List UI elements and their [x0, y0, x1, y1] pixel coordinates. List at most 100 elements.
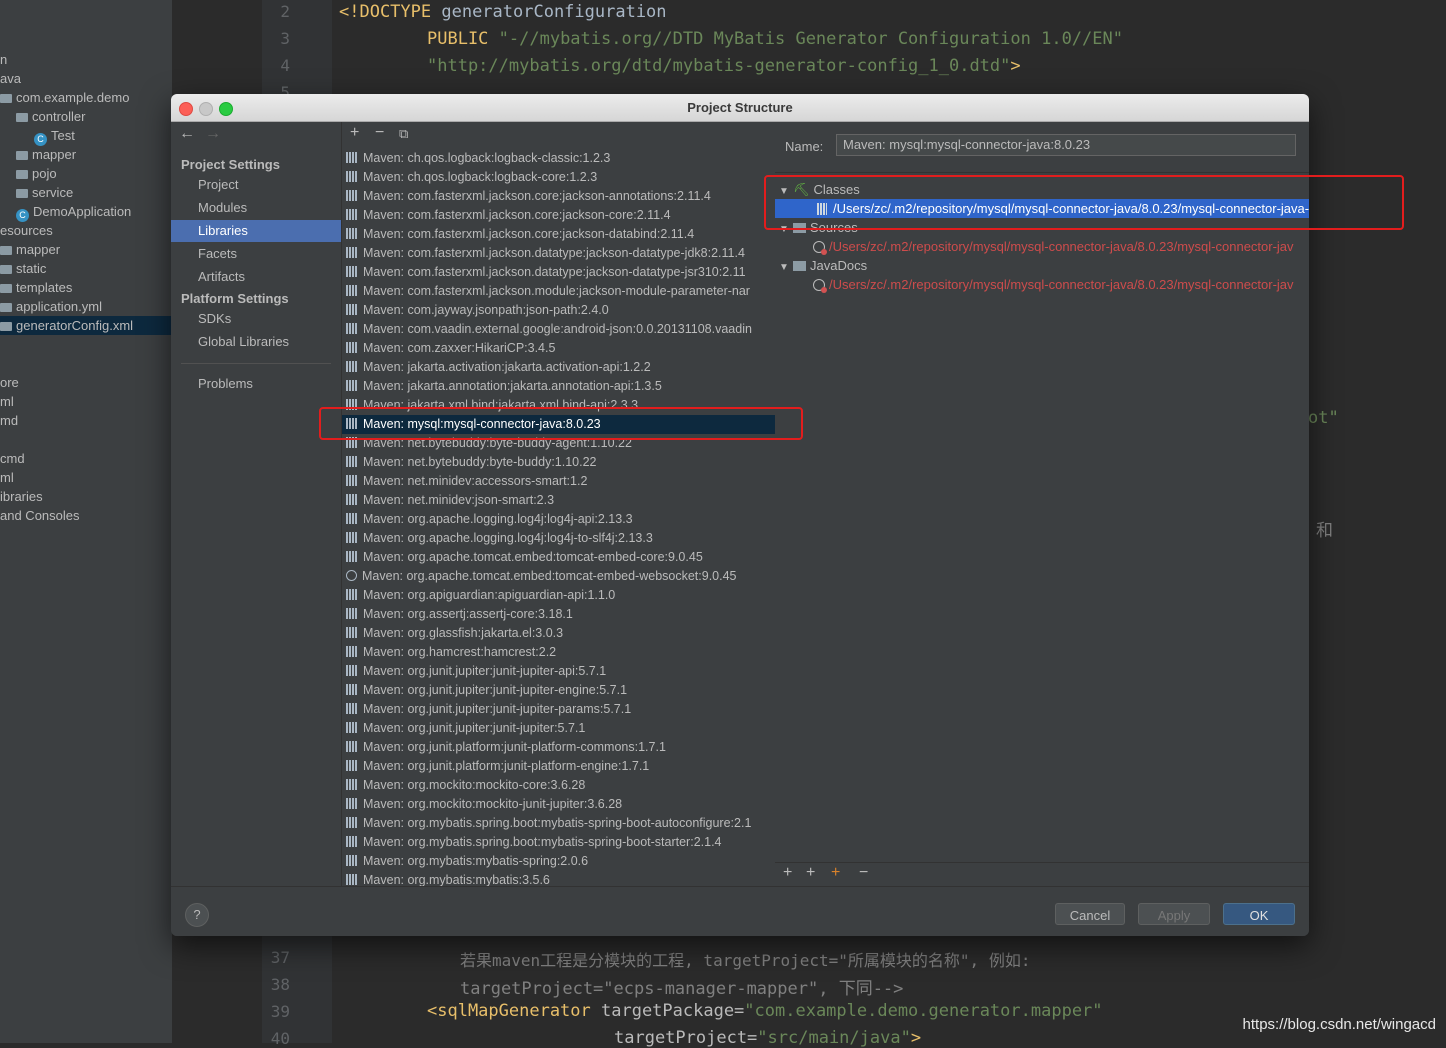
library-item[interactable]: Maven: org.mybatis:mybatis-spring:2.0.6 [342, 852, 775, 871]
remove-root-icon[interactable]: − [859, 864, 868, 882]
back-arrow-icon[interactable]: ← [179, 125, 195, 143]
library-item[interactable]: Maven: org.mybatis:mybatis:3.5.6 [342, 871, 775, 886]
library-item[interactable]: Maven: com.zaxxer:HikariCP:3.4.5 [342, 339, 775, 358]
project-tree-item[interactable]: templates [0, 278, 72, 297]
project-tree-item[interactable]: application.yml [0, 297, 102, 316]
library-item[interactable]: Maven: org.junit.jupiter:junit-jupiter:5… [342, 719, 775, 738]
library-item[interactable]: Maven: com.fasterxml.jackson.module:jack… [342, 282, 775, 301]
library-item[interactable]: Maven: ch.qos.logback:logback-core:1.2.3 [342, 168, 775, 187]
forward-arrow-icon[interactable]: → [205, 125, 221, 143]
library-item[interactable]: Maven: org.mockito:mockito-core:3.6.28 [342, 776, 775, 795]
add-root-plus-icon[interactable]: + [806, 864, 815, 882]
project-tree-item[interactable]: ibraries [0, 487, 43, 506]
library-item[interactable]: Maven: org.apache.tomcat.embed:tomcat-em… [342, 548, 775, 567]
project-tree-item[interactable]: generatorConfig.xml [0, 316, 172, 335]
library-item[interactable]: Maven: org.apache.logging.log4j:log4j-ap… [342, 510, 775, 529]
library-item[interactable]: Maven: com.fasterxml.jackson.core:jackso… [342, 187, 775, 206]
project-tree-item[interactable]: md [0, 411, 18, 430]
library-item-label: Maven: org.mybatis.spring.boot:mybatis-s… [363, 816, 752, 830]
library-item[interactable]: Maven: org.apiguardian:apiguardian-api:1… [342, 586, 775, 605]
library-item[interactable]: Maven: mysql:mysql-connector-java:8.0.23 [342, 415, 775, 434]
apply-button[interactable]: Apply [1138, 903, 1210, 925]
project-tree-item[interactable]: cmd [0, 449, 25, 468]
help-button[interactable]: ? [185, 903, 209, 927]
project-tree-item-label: ml [0, 394, 14, 409]
javadocs-node[interactable]: ▼ JavaDocs [779, 256, 867, 275]
remove-library-icon[interactable]: − [375, 124, 384, 142]
add-library-icon[interactable]: + [350, 124, 359, 142]
libraries-panel: + − ⧉ Maven: ch.qos.logback:logback-clas… [341, 122, 776, 886]
project-tree-item[interactable]: mapper [0, 240, 60, 259]
line-number: 39 [270, 1002, 290, 1021]
nav-item-artifacts[interactable]: Artifacts [171, 266, 341, 288]
library-item[interactable]: Maven: com.vaadin.external.google:androi… [342, 320, 775, 339]
library-item[interactable]: Maven: jakarta.xml.bind:jakarta.xml.bind… [342, 396, 775, 415]
library-item[interactable]: Maven: ch.qos.logback:logback-classic:1.… [342, 149, 775, 168]
library-item[interactable]: Maven: com.fasterxml.jackson.core:jackso… [342, 225, 775, 244]
library-item[interactable]: Maven: net.minidev:json-smart:2.3 [342, 491, 775, 510]
library-item[interactable]: Maven: org.assertj:assertj-core:3.18.1 [342, 605, 775, 624]
project-tree-item[interactable]: controller [0, 107, 85, 126]
library-list[interactable]: Maven: ch.qos.logback:logback-classic:1.… [342, 149, 775, 886]
nav-item-facets[interactable]: Facets [171, 243, 341, 265]
library-item[interactable]: Maven: org.hamcrest:hamcrest:2.2 [342, 643, 775, 662]
project-tree-item[interactable]: pojo [0, 164, 57, 183]
library-item[interactable]: Maven: com.fasterxml.jackson.core:jackso… [342, 206, 775, 225]
nav-item-project[interactable]: Project [171, 174, 341, 196]
library-item[interactable]: Maven: com.fasterxml.jackson.datatype:ja… [342, 263, 775, 282]
project-tree-item[interactable]: n [0, 50, 7, 69]
library-icon [346, 304, 358, 315]
library-item[interactable]: Maven: net.bytebuddy:byte-buddy-agent:1.… [342, 434, 775, 453]
classes-jar-path[interactable]: /Users/zc/.m2/repository/mysql/mysql-con… [775, 199, 1309, 218]
expand-triangle-icon[interactable]: ▼ [779, 258, 793, 277]
nav-item-problems[interactable]: Problems [171, 373, 341, 395]
project-tree-item[interactable]: mapper [0, 145, 76, 164]
project-tree-item[interactable]: ml [0, 392, 14, 411]
library-item[interactable]: Maven: org.mybatis.spring.boot:mybatis-s… [342, 833, 775, 852]
library-item[interactable]: Maven: com.fasterxml.jackson.datatype:ja… [342, 244, 775, 263]
dialog-titlebar[interactable]: Project Structure [171, 94, 1309, 122]
nav-item-sdks[interactable]: SDKs [171, 308, 341, 330]
library-item[interactable]: Maven: org.apache.logging.log4j:log4j-to… [342, 529, 775, 548]
library-item[interactable]: Maven: org.junit.jupiter:junit-jupiter-a… [342, 662, 775, 681]
library-item[interactable]: Maven: jakarta.activation:jakarta.activa… [342, 358, 775, 377]
javadocs-path[interactable]: /Users/zc/.m2/repository/mysql/mysql-con… [813, 275, 1294, 294]
add-root-icon[interactable]: + [783, 864, 792, 882]
nav-item-libraries[interactable]: Libraries [171, 220, 341, 242]
library-item[interactable]: Maven: org.mybatis.spring.boot:mybatis-s… [342, 814, 775, 833]
project-tree-item[interactable]: C Test [0, 126, 75, 146]
project-tree-item[interactable]: ava [0, 69, 21, 88]
project-tree-item[interactable]: esources [0, 221, 53, 240]
library-name-field[interactable] [836, 134, 1296, 156]
library-item[interactable]: Maven: net.bytebuddy:byte-buddy:1.10.22 [342, 453, 775, 472]
classes-node[interactable]: ▼ ⛏ Classes [779, 180, 860, 199]
library-item[interactable]: Maven: org.glassfish:jakarta.el:3.0.3 [342, 624, 775, 643]
nav-item-modules[interactable]: Modules [171, 197, 341, 219]
project-tree-item[interactable]: C DemoApplication [0, 202, 132, 222]
nav-item-global-libraries[interactable]: Global Libraries [171, 331, 341, 353]
project-tree-item-label: DemoApplication [33, 204, 132, 219]
project-tree-item[interactable]: ore [0, 373, 19, 392]
library-item[interactable]: Maven: org.junit.platform:junit-platform… [342, 757, 775, 776]
attach-url-icon[interactable]: + [831, 864, 840, 882]
project-tree-item[interactable]: service [0, 183, 73, 202]
copy-library-icon[interactable]: ⧉ [399, 126, 408, 142]
ok-button[interactable]: OK [1223, 903, 1295, 925]
project-tree-item-label: pojo [32, 166, 57, 181]
sources-node[interactable]: ▼ Sources [779, 218, 858, 237]
project-tree-item[interactable]: and Consoles [0, 506, 80, 525]
library-item[interactable]: Maven: org.junit.platform:junit-platform… [342, 738, 775, 757]
library-item[interactable]: Maven: net.minidev:accessors-smart:1.2 [342, 472, 775, 491]
library-item[interactable]: Maven: jakarta.annotation:jakarta.annota… [342, 377, 775, 396]
library-item[interactable]: Maven: com.jayway.jsonpath:json-path:2.4… [342, 301, 775, 320]
library-item[interactable]: Maven: org.apache.tomcat.embed:tomcat-em… [342, 567, 775, 586]
expand-triangle-icon[interactable]: ▼ [779, 220, 793, 239]
library-item[interactable]: Maven: org.mockito:mockito-junit-jupiter… [342, 795, 775, 814]
cancel-button[interactable]: Cancel [1055, 903, 1125, 925]
project-tree-item[interactable]: com.example.demo [0, 88, 129, 107]
project-tree-item[interactable]: static [0, 259, 46, 278]
library-item[interactable]: Maven: org.junit.jupiter:junit-jupiter-e… [342, 681, 775, 700]
library-item[interactable]: Maven: org.junit.jupiter:junit-jupiter-p… [342, 700, 775, 719]
project-tree-item[interactable]: ml [0, 468, 14, 487]
sources-path[interactable]: /Users/zc/.m2/repository/mysql/mysql-con… [813, 237, 1294, 256]
